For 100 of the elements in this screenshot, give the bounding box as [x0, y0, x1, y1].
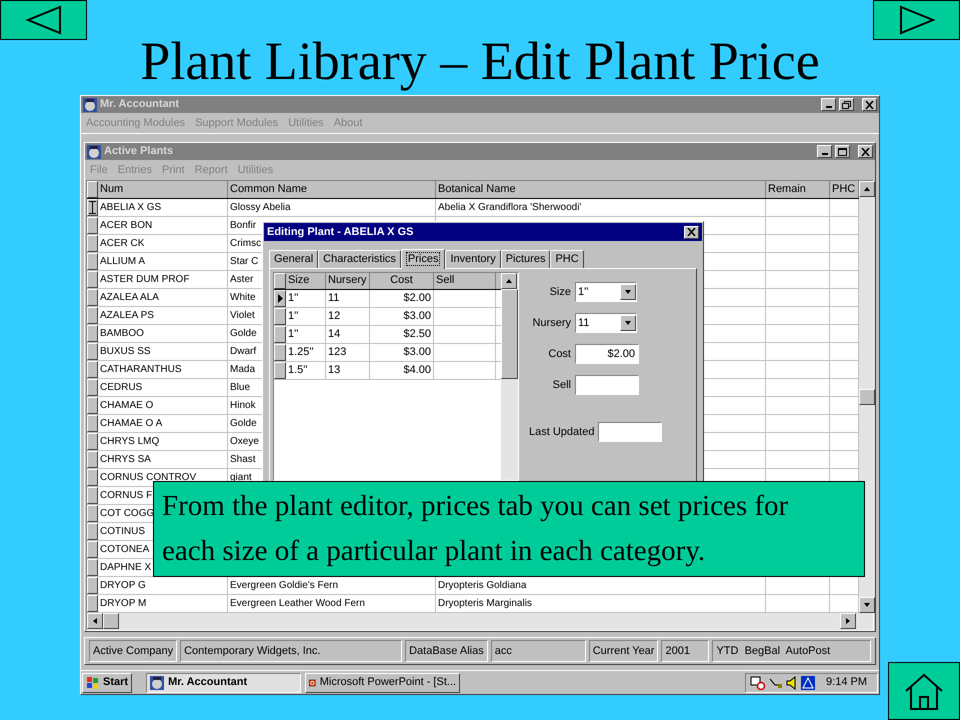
- restore-icon: [842, 100, 851, 108]
- table-cell: COT COGG: [100, 508, 154, 519]
- column-header[interactable]: Remain: [766, 181, 830, 198]
- minimize-button[interactable]: [817, 145, 832, 158]
- scroll-right-button[interactable]: [840, 613, 856, 629]
- taskbar-button[interactable]: Mr. Accountant: [146, 672, 302, 692]
- dropdown[interactable]: 1'': [575, 282, 637, 302]
- row-indicator[interactable]: [87, 271, 98, 288]
- scroll-thumb[interactable]: [501, 289, 518, 379]
- table-cell: White: [230, 292, 256, 303]
- table-cell: $3.00: [403, 346, 431, 358]
- row-indicator[interactable]: [87, 559, 98, 576]
- table-cell: ACER BON: [100, 220, 152, 231]
- column-header[interactable]: Botanical Name: [436, 181, 766, 198]
- scroll-thumb[interactable]: [859, 389, 875, 405]
- table-cell: Oxeye: [230, 436, 259, 447]
- table-cell: ASTER DUM PROF: [100, 274, 190, 285]
- status-value: 2001: [661, 640, 710, 662]
- row-indicator[interactable]: [87, 217, 98, 234]
- tab[interactable]: Pictures: [500, 250, 550, 268]
- start-button[interactable]: Start: [82, 672, 132, 692]
- row-indicator[interactable]: [87, 415, 98, 432]
- restore-button[interactable]: [839, 98, 854, 111]
- previous-slide-button[interactable]: [0, 0, 87, 40]
- row-indicator[interactable]: [87, 307, 98, 324]
- row-indicator[interactable]: [87, 505, 98, 522]
- close-button[interactable]: [684, 226, 699, 238]
- down-arrow-icon: [863, 601, 871, 609]
- tab[interactable]: PHC: [550, 250, 584, 268]
- table-cell: Evergreen Leather Wood Fern: [230, 598, 365, 609]
- taskbar-button[interactable]: Microsoft PowerPoint - [St...: [305, 672, 460, 692]
- column-header[interactable]: Num: [98, 181, 228, 198]
- row-indicator[interactable]: [274, 326, 286, 343]
- status-value: acc: [490, 640, 586, 662]
- scroll-left-button[interactable]: [87, 613, 103, 629]
- table-cell: 1'': [288, 310, 298, 322]
- table-cell: Abelia X Grandiflora 'Sherwoodi': [438, 202, 582, 213]
- input-field[interactable]: $2.00: [575, 344, 639, 364]
- row-indicator[interactable]: [87, 289, 98, 306]
- table-cell: ACER CK: [100, 238, 144, 249]
- app-icon: [87, 144, 101, 158]
- scroll-up-button[interactable]: [501, 273, 517, 289]
- row-indicator[interactable]: [87, 469, 98, 486]
- field-label: Cost: [547, 346, 571, 362]
- row-indicator[interactable]: [87, 325, 98, 342]
- column-header[interactable]: Sell: [434, 273, 496, 289]
- row-indicator[interactable]: [87, 235, 98, 252]
- row-indicator[interactable]: [274, 344, 286, 361]
- column-header[interactable]: Nursery: [326, 273, 370, 289]
- input-field[interactable]: [575, 375, 639, 395]
- table-cell: 11: [328, 292, 340, 304]
- input-field[interactable]: [598, 422, 662, 442]
- row-indicator[interactable]: [87, 199, 98, 216]
- row-indicator[interactable]: [87, 361, 98, 378]
- row-indicator[interactable]: [274, 308, 286, 325]
- field-label: Nursery: [531, 316, 571, 331]
- home-button[interactable]: [888, 662, 960, 720]
- row-indicator[interactable]: [274, 362, 286, 379]
- close-button[interactable]: [858, 145, 873, 158]
- table-cell: DAPHNE X: [100, 562, 152, 573]
- table-cell: COTINUS: [100, 526, 145, 537]
- tab[interactable]: Inventory: [445, 250, 501, 268]
- row-indicator[interactable]: [274, 290, 286, 307]
- row-indicator[interactable]: [87, 523, 98, 540]
- scroll-up-button[interactable]: [859, 181, 875, 197]
- next-slide-button[interactable]: [873, 0, 960, 40]
- scroll-thumb[interactable]: [103, 613, 119, 629]
- child-window-title: Active Plants: [104, 144, 174, 160]
- table-cell: 13: [328, 364, 340, 376]
- table-cell: CORNUS F: [100, 490, 152, 501]
- tab[interactable]: General: [269, 250, 318, 268]
- table-cell: 1'': [288, 328, 298, 340]
- row-indicator[interactable]: [87, 451, 98, 468]
- column-header[interactable]: Common Name: [228, 181, 436, 198]
- row-indicator[interactable]: [87, 433, 98, 450]
- row-indicator[interactable]: [87, 595, 98, 612]
- table-cell: AZALEA ALA: [100, 292, 159, 303]
- clock: 9:14 PM: [826, 675, 867, 690]
- row-indicator[interactable]: [87, 397, 98, 414]
- column-header[interactable]: Size: [286, 273, 326, 289]
- row-indicator[interactable]: [87, 343, 98, 360]
- row-indicator[interactable]: [87, 253, 98, 270]
- table-cell: Star C: [230, 256, 258, 267]
- table-cell: CHRYS SA: [100, 454, 151, 465]
- table-cell: Hinok: [230, 400, 256, 411]
- row-indicator[interactable]: [87, 541, 98, 558]
- dropdown[interactable]: 11: [575, 313, 637, 333]
- maximize-button[interactable]: [835, 145, 850, 158]
- row-indicator[interactable]: [87, 577, 98, 594]
- tab[interactable]: Characteristics: [318, 250, 401, 268]
- scroll-down-button[interactable]: [859, 597, 875, 613]
- close-button[interactable]: [862, 98, 877, 111]
- row-indicator[interactable]: [87, 379, 98, 396]
- row-indicator[interactable]: [87, 487, 98, 504]
- down-arrow-icon: [624, 288, 632, 296]
- tab[interactable]: Prices: [400, 249, 446, 269]
- window-title: Mr. Accountant: [100, 97, 180, 112]
- table-cell: 1.25'': [288, 346, 314, 358]
- minimize-button[interactable]: [821, 98, 836, 111]
- column-header[interactable]: Cost: [370, 273, 434, 289]
